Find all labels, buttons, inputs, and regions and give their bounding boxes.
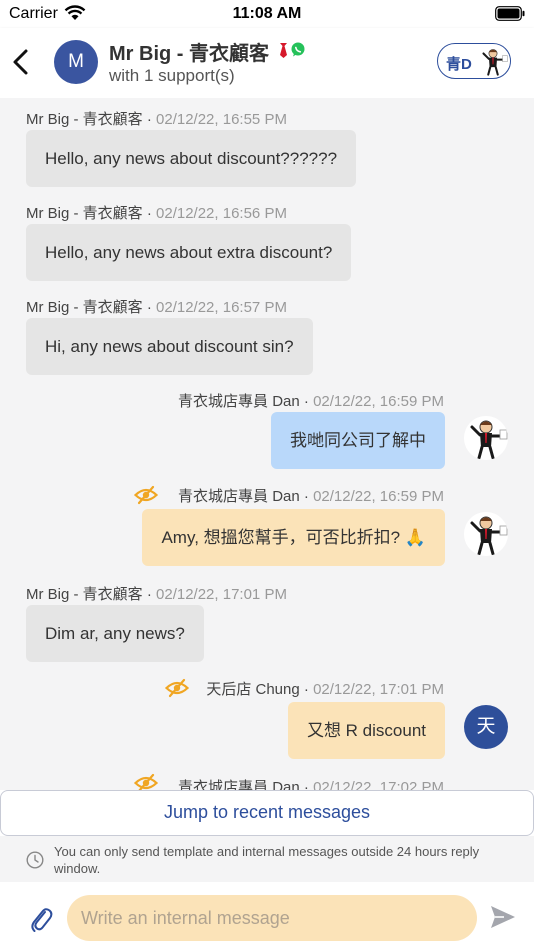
message-meta: Mr Big - 青衣顧客 · 02/12/22, 17:01 PM xyxy=(26,586,287,603)
staff-avatar[interactable]: 天 xyxy=(464,705,508,749)
jump-to-recent-button[interactable]: Jump to recent messages xyxy=(0,790,534,836)
message-meta: Mr Big - 青衣顧客 · 02/12/22, 16:56 PM xyxy=(26,205,287,222)
message-list[interactable]: Mr Big - 青衣顧客 · 02/12/22, 16:55 PM Hello… xyxy=(0,98,534,790)
internal-message-bubble[interactable]: 又想 R discount xyxy=(287,702,445,759)
message-sender: 青衣城店專員 Dan xyxy=(178,779,300,790)
support-count: with 1 support(s) xyxy=(109,66,235,85)
message-time: 02/12/22, 16:59 PM xyxy=(313,488,444,505)
message-sender: 青衣城店專員 Dan xyxy=(178,488,300,505)
notice-text: You can only send template and internal … xyxy=(54,844,480,876)
message-meta: 青衣城店專員 Dan · 02/12/22, 16:59 PM xyxy=(178,488,444,505)
clock-icon xyxy=(26,851,44,869)
send-icon[interactable] xyxy=(489,904,517,930)
store-chip-label: 青D xyxy=(446,56,472,73)
attachment-icon[interactable] xyxy=(28,904,54,934)
message-sender: Mr Big - 青衣顧客 xyxy=(26,111,143,128)
reply-window-notice: You can only send template and internal … xyxy=(0,836,534,882)
internal-message-eye-icon xyxy=(134,773,158,790)
staff-figure-icon xyxy=(482,49,508,76)
message-bubble[interactable]: 我哋同公司了解中 xyxy=(271,412,445,469)
message-time: 02/12/22, 16:57 PM xyxy=(156,299,287,316)
status-time: 11:08 AM xyxy=(232,5,302,22)
message-meta: 天后店 Chung · 02/12/22, 17:01 PM xyxy=(206,681,444,698)
message-meta: Mr Big - 青衣顧客 · 02/12/22, 16:57 PM xyxy=(26,299,287,316)
message-sender: Mr Big - 青衣顧客 xyxy=(26,205,143,222)
staff-avatar-icon[interactable] xyxy=(464,512,508,556)
internal-message-bubble[interactable]: Amy, 想搵您幫手，可否比折扣? 🙏 xyxy=(142,509,445,566)
message-time: 02/12/22, 17:01 PM xyxy=(313,681,444,698)
message-time: 02/12/22, 17:01 PM xyxy=(156,586,287,603)
message-bubble[interactable]: Hello, any news about discount?????? xyxy=(26,130,357,187)
message-time: 02/12/22, 16:55 PM xyxy=(156,111,287,128)
message-time: 02/12/22, 16:56 PM xyxy=(156,205,287,222)
message-bubble[interactable]: Dim ar, any news? xyxy=(26,605,204,662)
message-meta: 青衣城店專員 Dan · 02/12/22, 16:59 PM xyxy=(178,393,444,410)
message-time: 02/12/22, 16:59 PM xyxy=(313,393,444,410)
message-sender: 青衣城店專員 Dan xyxy=(178,393,300,410)
message-bubble[interactable]: Hello, any news about extra discount? xyxy=(26,224,352,281)
staff-avatar-icon[interactable] xyxy=(464,416,508,460)
message-meta: 青衣城店專員 Dan · 02/12/22, 17:02 PM xyxy=(178,776,444,790)
channel-icons xyxy=(280,42,305,58)
contact-name: Mr Big - 青衣顧客 xyxy=(109,43,269,65)
message-meta: Mr Big - 青衣顧客 · 02/12/22, 16:55 PM xyxy=(26,111,287,128)
message-sender: Mr Big - 青衣顧客 xyxy=(26,299,143,316)
back-icon[interactable] xyxy=(8,46,34,78)
internal-message-eye-icon xyxy=(165,678,189,698)
message-sender: Mr Big - 青衣顧客 xyxy=(26,586,143,603)
conversation-header: M Mr Big - 青衣顧客 with 1 support(s) 青D xyxy=(0,28,534,98)
battery-icon xyxy=(495,6,525,21)
message-sender: 天后店 Chung xyxy=(206,681,300,698)
store-switcher-chip[interactable]: 青D xyxy=(437,43,511,79)
message-bubble[interactable]: Hi, any news about discount sin? xyxy=(26,318,313,375)
message-time: 02/12/22, 17:02 PM xyxy=(313,779,444,790)
tie-icon xyxy=(280,43,287,58)
message-input[interactable] xyxy=(67,895,477,941)
internal-message-eye-icon xyxy=(134,485,158,505)
status-bar: Carrier 11:08 AM xyxy=(0,0,534,28)
contact-avatar[interactable]: M xyxy=(54,40,98,84)
whatsapp-icon xyxy=(291,42,305,57)
message-composer xyxy=(0,882,534,950)
